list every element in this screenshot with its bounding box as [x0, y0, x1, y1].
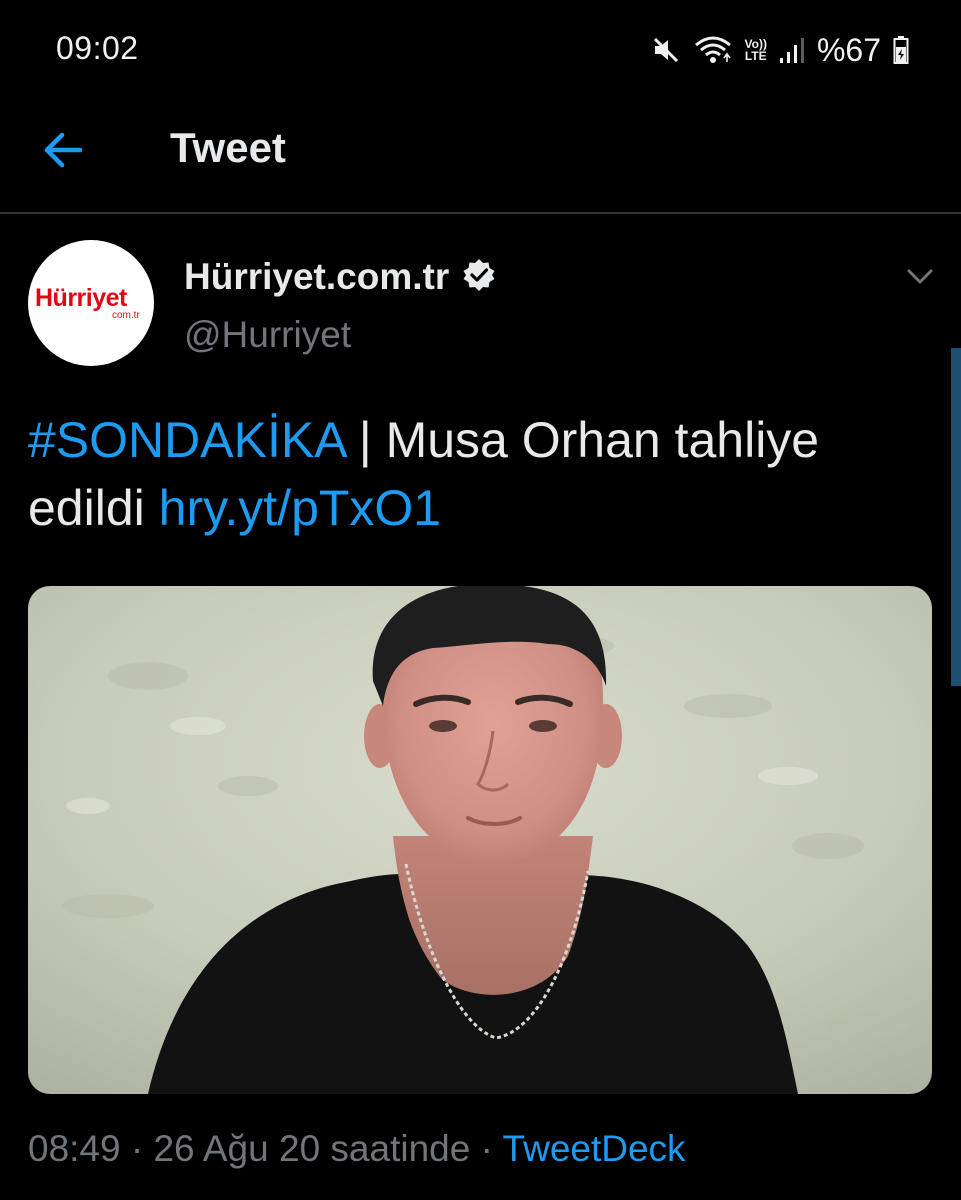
photo-illustration [28, 586, 932, 1094]
wifi-icon [693, 34, 733, 66]
user-handle[interactable]: @Hurriyet [184, 314, 351, 356]
volte-lte-icon: Vo)) LTE [745, 38, 767, 62]
mute-icon [651, 35, 681, 65]
signal-icon [779, 36, 805, 64]
hashtag-link[interactable]: #SONDAKİKA [28, 412, 345, 468]
verified-badge-icon [461, 257, 497, 298]
tweet-source-link[interactable]: TweetDeck [503, 1128, 686, 1169]
status-icons: Vo)) LTE %67 [651, 30, 909, 70]
status-bar: 09:02 Vo)) LTE %67 [0, 0, 961, 100]
top-app-bar: Tweet [0, 100, 961, 214]
url-link[interactable]: hry.yt/pTxO1 [159, 480, 441, 536]
avatar[interactable]: Hürriyet com.tr [28, 240, 154, 366]
tweet-text: #SONDAKİKA | Musa Orhan tahliye edildi h… [28, 406, 908, 542]
back-button[interactable] [40, 128, 92, 172]
back-arrow-icon [44, 132, 83, 168]
tweet-photo[interactable] [28, 586, 932, 1094]
tweet-menu-button[interactable] [900, 262, 940, 292]
tweet-time: 08:49 [28, 1128, 121, 1169]
avatar-logo-subtext: com.tr [112, 310, 140, 321]
tweet-timestamp-row: 08:49 · 26 Ağu 20 saatinde · TweetDeck [28, 1128, 686, 1170]
page-title: Tweet [170, 124, 286, 171]
status-time: 09:02 [56, 30, 139, 66]
battery-icon [893, 35, 909, 65]
chevron-down-icon [907, 269, 933, 284]
meta-separator: · [470, 1128, 503, 1169]
tweet-date: 26 Ağu 20 saatinde [153, 1128, 471, 1169]
author-name-row[interactable]: Hürriyet.com.tr [184, 252, 497, 302]
battery-percent: %67 [816, 31, 881, 68]
lte-label: LTE [744, 49, 767, 63]
meta-separator: · [120, 1128, 154, 1169]
display-name[interactable]: Hürriyet.com.tr [184, 256, 449, 298]
avatar-logo-text: Hürriyet [35, 284, 127, 312]
scrollbar[interactable] [951, 348, 961, 686]
